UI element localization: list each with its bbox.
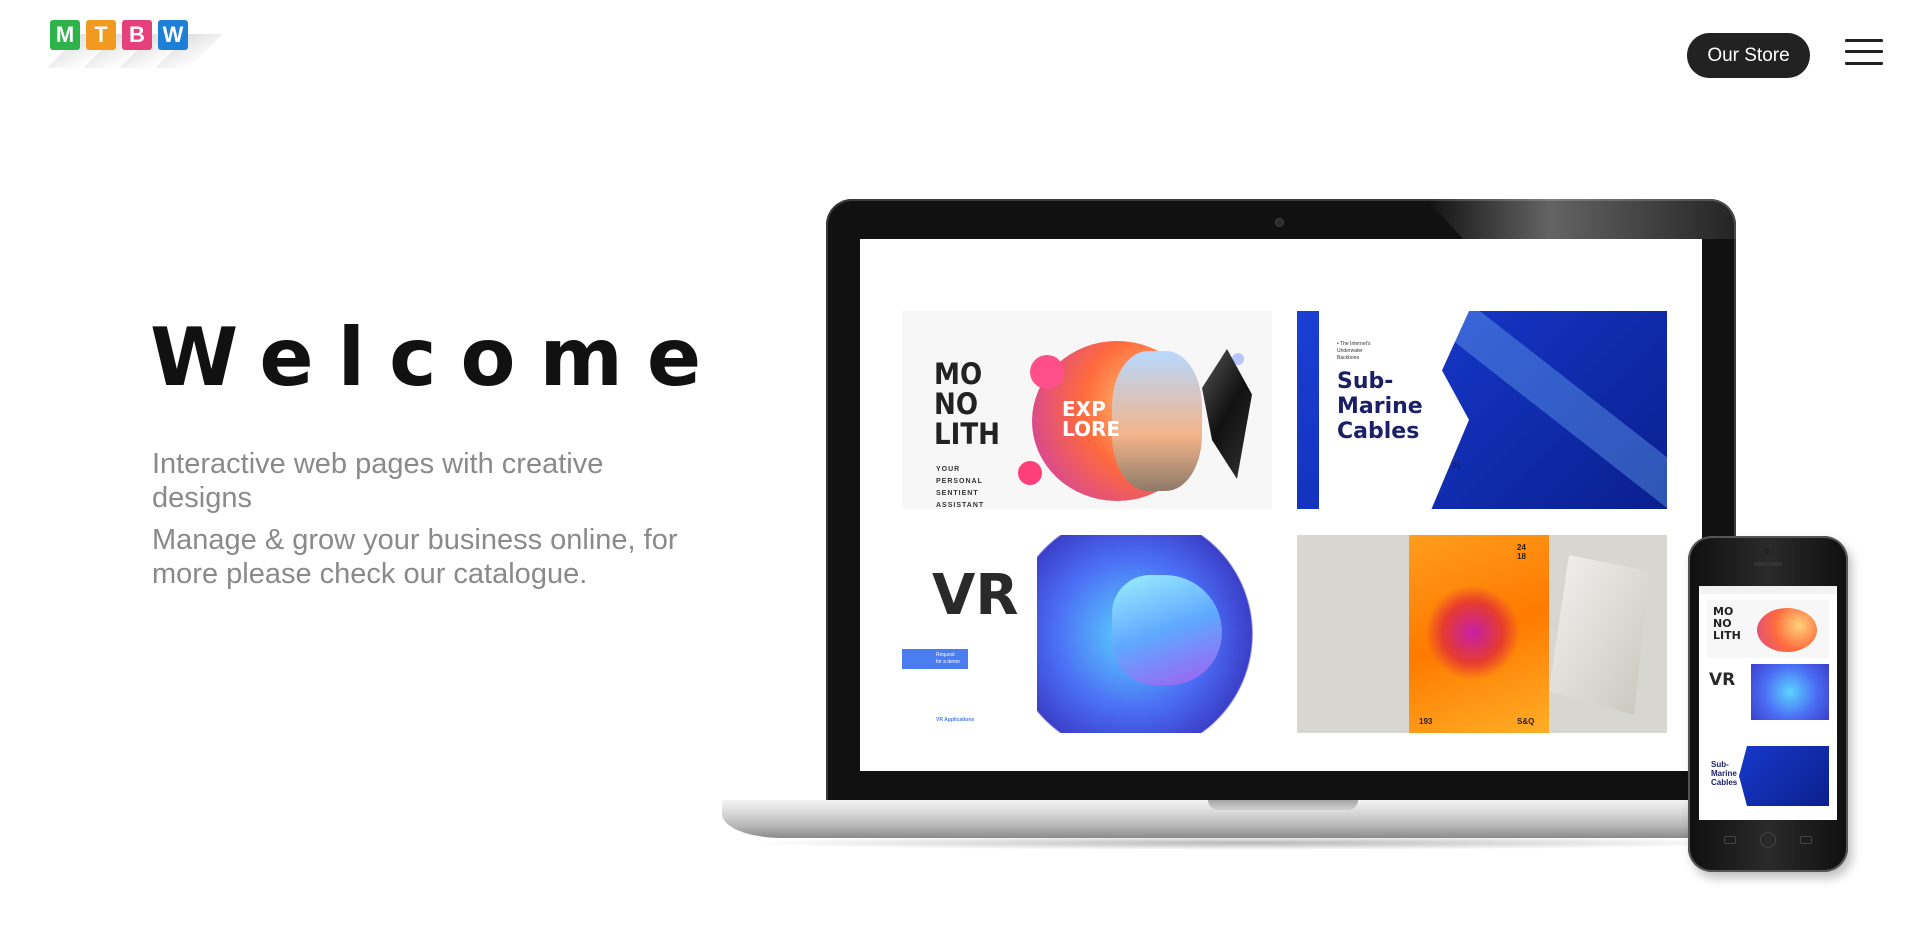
phone-screen: MO NO LITH VR Sub- Marine Cables: [1699, 586, 1837, 820]
logo-letter-b: B: [122, 20, 152, 50]
hamburger-menu-icon[interactable]: [1845, 37, 1883, 67]
vr-applications-link[interactable]: VR Applications: [936, 717, 974, 723]
showcase-tile-submarine[interactable]: • The Internet's Underwater Backbone Sub…: [1297, 311, 1667, 509]
vr-title: VR: [932, 563, 1019, 628]
laptop-glare: [1426, 199, 1736, 239]
phone-tile-monolith: MO NO LITH: [1707, 600, 1829, 658]
logo-letter-m: M: [50, 20, 80, 50]
phone-tile-vr: VR: [1707, 664, 1829, 720]
poster-corner-number: 24 18: [1517, 543, 1526, 561]
phone-speaker: [1754, 562, 1782, 566]
crystal-graphic: [1202, 349, 1252, 479]
showcase-tile-monolith[interactable]: MO NO LITH YOUR PERSONAL SENTIENT ASSIST…: [902, 311, 1272, 509]
light-ray: [1442, 311, 1667, 509]
laptop-base: [722, 800, 1782, 838]
phone-buttons: [1688, 832, 1848, 848]
laptop-screen: MO NO LITH YOUR PERSONAL SENTIENT ASSIST…: [860, 239, 1702, 771]
showcase-tile-vr[interactable]: VR Request for a demo VR Applications: [902, 535, 1272, 733]
poster-bottom-left: 193: [1419, 717, 1433, 726]
phone-submarine-title: Sub- Marine Cables: [1711, 760, 1738, 787]
tagline-secondary: Manage & grow your business online, for …: [152, 524, 678, 590]
vr-figure: [1112, 575, 1222, 685]
poster-side-graphic: [1549, 555, 1649, 715]
monolith-subtitle: YOUR PERSONAL SENTIENT ASSISTANT: [936, 466, 985, 509]
phone-mockup: MO NO LITH VR Sub- Marine Cables: [1688, 536, 1848, 872]
logo-letter-t: T: [86, 20, 116, 50]
phone-camera-icon: [1764, 548, 1770, 554]
showcase-tile-poster[interactable]: 24 18 193 S&Q: [1297, 535, 1667, 733]
submarine-number: 01: [1452, 461, 1461, 470]
vr-demo-button[interactable]: Request for a demo: [902, 649, 968, 669]
phone-tile-submarine: Sub- Marine Cables: [1707, 746, 1829, 806]
poster-bottom-right: S&Q: [1517, 717, 1535, 726]
poster-mark: [1425, 585, 1520, 680]
laptop-shadow: [740, 836, 1760, 850]
explore-badge: EXP LORE: [1062, 397, 1121, 441]
welcome-heading: Welcome: [150, 311, 726, 404]
submarine-title: Sub- Marine Cables: [1337, 369, 1423, 444]
logo-letter-w: W: [158, 20, 188, 50]
laptop-mockup: MO NO LITH YOUR PERSONAL SENTIENT ASSIST…: [826, 199, 1736, 814]
phone-back-icon: [1800, 836, 1812, 844]
phone-power-icon: [1760, 832, 1776, 848]
laptop-notch: [1208, 800, 1358, 810]
tagline-primary: Interactive web pages with creative desi…: [152, 448, 604, 514]
our-store-button[interactable]: Our Store: [1687, 33, 1810, 78]
monolith-title: MO NO LITH: [934, 357, 1000, 451]
submarine-intro: • The Internet's Underwater Backbone: [1337, 341, 1371, 361]
phone-monolith-title: MO NO LITH: [1713, 605, 1741, 642]
laptop-camera-icon: [1276, 219, 1283, 226]
phone-vr-title: VR: [1709, 670, 1736, 690]
brand-logo[interactable]: MTBW: [50, 20, 188, 50]
phone-menu-icon: [1724, 836, 1736, 844]
phone-status-bar: [1699, 586, 1837, 594]
